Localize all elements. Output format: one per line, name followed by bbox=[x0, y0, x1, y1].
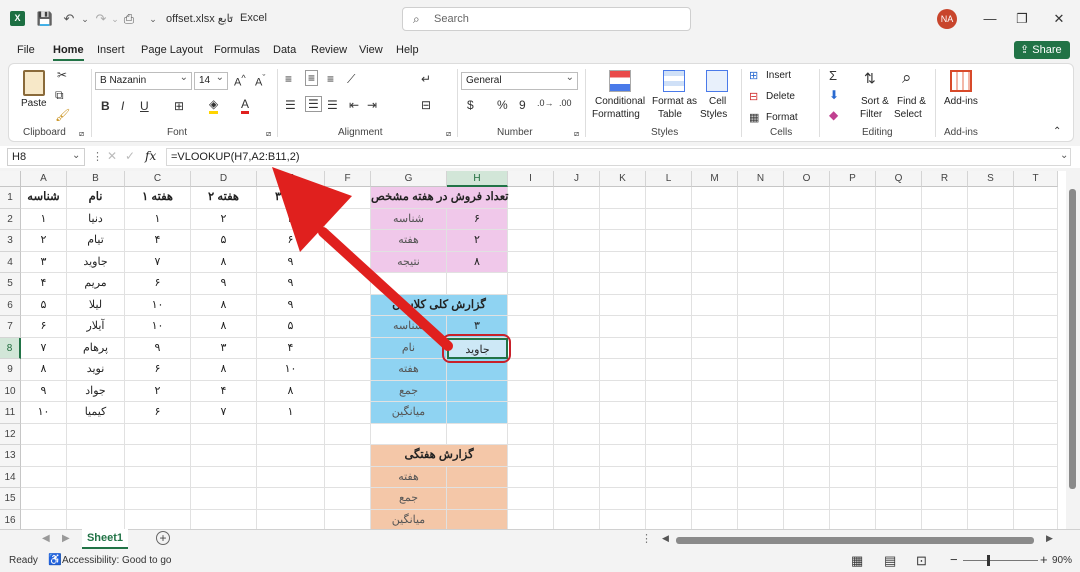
page-break-view-icon[interactable]: ⊡ bbox=[916, 553, 927, 569]
red-arrow-annotation bbox=[272, 167, 453, 351]
sheet-tab-sheet1[interactable]: Sheet1 bbox=[82, 529, 128, 549]
status-ready: Ready bbox=[9, 555, 38, 566]
sheet-tab-bar: ◀ ▶ + ⋮ ◀ ▶ bbox=[0, 529, 1080, 550]
zoom-level[interactable]: 90% bbox=[1052, 555, 1072, 566]
horizontal-scroll-thumb[interactable] bbox=[676, 537, 1034, 544]
scroll-left-icon[interactable]: ◀ bbox=[662, 533, 669, 544]
next-sheet-icon[interactable]: ▶ bbox=[62, 533, 70, 544]
normal-view-icon[interactable]: ▦ bbox=[851, 553, 863, 569]
accessibility-icon[interactable]: ♿ bbox=[48, 553, 62, 566]
add-sheet-icon[interactable]: + bbox=[156, 531, 170, 545]
zoom-out-icon[interactable]: − bbox=[950, 552, 958, 567]
zoom-slider[interactable] bbox=[963, 555, 1038, 566]
zoom-slider-handle[interactable] bbox=[987, 555, 990, 566]
status-bar: Ready ♿ Accessibility: Good to go ▦ ▤ ⊡ … bbox=[0, 550, 1080, 572]
tab-options-icon[interactable]: ⋮ bbox=[641, 532, 652, 545]
accessibility-status[interactable]: Accessibility: Good to go bbox=[62, 555, 172, 566]
prev-sheet-icon[interactable]: ◀ bbox=[42, 533, 50, 544]
page-layout-view-icon[interactable]: ▤ bbox=[884, 553, 896, 569]
zoom-in-icon[interactable]: + bbox=[1040, 552, 1048, 567]
scroll-right-icon[interactable]: ▶ bbox=[1046, 533, 1053, 544]
